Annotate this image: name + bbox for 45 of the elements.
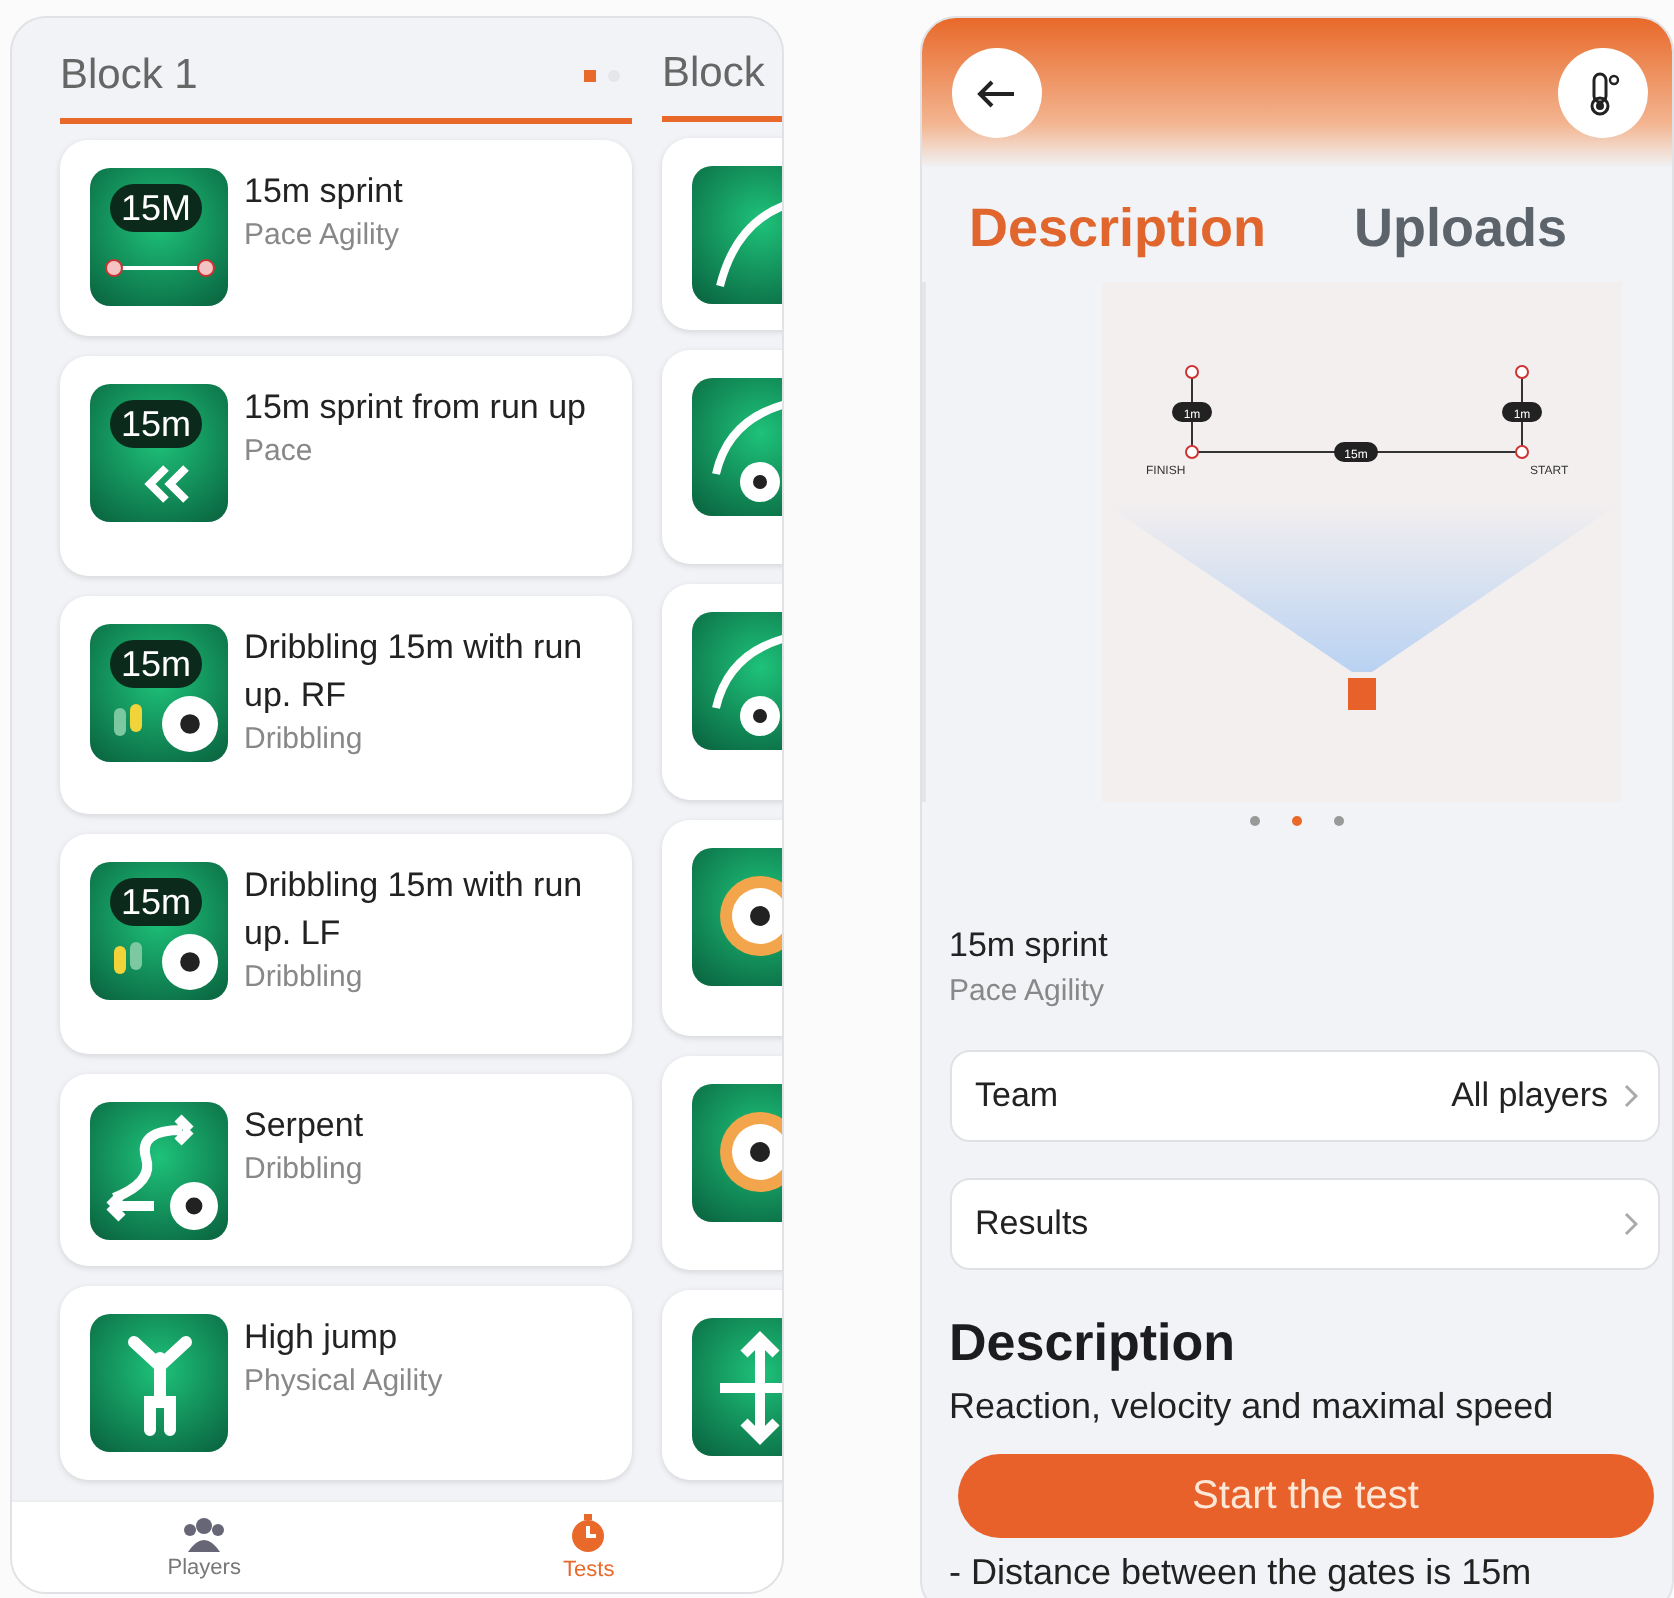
test-name: Dribbling 15m with run up. LF xyxy=(244,864,585,957)
tab[interactable]: Uploads xyxy=(1354,176,1568,282)
description-text: Reaction, velocity and maximal speed xyxy=(949,1384,1556,1430)
back-button[interactable] xyxy=(951,48,1041,138)
section-heading: Description xyxy=(949,1310,1238,1376)
chevron-icon xyxy=(1624,1084,1638,1108)
test-name: 15m sprint xyxy=(244,169,405,214)
chevron-icon xyxy=(1624,1212,1638,1236)
settings-row[interactable]: Team All players xyxy=(949,1050,1660,1142)
test-title: 15m sprint xyxy=(949,924,1110,968)
block-title: Block 1 xyxy=(60,51,200,100)
carousel-dot[interactable] xyxy=(1249,816,1260,826)
test-name: Serpent xyxy=(244,1104,366,1149)
test-card[interactable]: 15m Dribbling 15m with run up. LF Dribbling xyxy=(60,834,632,1055)
test-category: Pace Agility xyxy=(949,972,1107,1012)
jumping-figure-icon xyxy=(90,1314,228,1453)
test-name: 15m sprint from run up xyxy=(244,385,588,430)
test-card[interactable]: High jump Physical Agility xyxy=(60,1286,632,1480)
description-text: - Distance between the gates is 15m xyxy=(949,1550,1534,1594)
test-category: Physical Agility xyxy=(244,1362,445,1403)
test-name: Dribbling 15m with run up. RF xyxy=(244,625,585,718)
test-card[interactable]: Serpent Dribbling xyxy=(60,1074,632,1267)
test-icon: 15m xyxy=(90,862,228,1001)
test-icon: 15M xyxy=(90,167,228,306)
test-card[interactable]: 15M 15m sprint Pace Agility xyxy=(60,139,632,336)
stopwatch-icon xyxy=(568,1513,609,1553)
temperature-button[interactable] xyxy=(1558,48,1648,138)
test-category: Dribbling xyxy=(244,958,365,999)
test-category: Pace xyxy=(244,431,315,472)
carousel-dot[interactable] xyxy=(1333,816,1344,826)
settings-row[interactable]: Results xyxy=(949,1178,1660,1270)
test-icon: 15m xyxy=(90,383,228,522)
carousel-dot[interactable] xyxy=(1291,816,1302,826)
test-category: Pace Agility xyxy=(244,215,402,256)
test-card[interactable]: 15m 15m sprint from run up Pace xyxy=(60,355,632,576)
test-card[interactable]: 15m Dribbling 15m with run up. RF Dribbling xyxy=(60,595,632,815)
test-icon: 15m xyxy=(90,623,228,762)
nav-tab[interactable]: Players xyxy=(12,1502,397,1592)
test-category: Dribbling xyxy=(244,719,365,760)
back-arrow-icon xyxy=(976,77,1016,109)
test-category: Dribbling xyxy=(244,1150,365,1191)
thermometer-icon xyxy=(1585,69,1621,117)
block-title: Block xyxy=(662,50,767,99)
test-name: High jump xyxy=(244,1316,400,1361)
people-icon xyxy=(182,1515,227,1551)
